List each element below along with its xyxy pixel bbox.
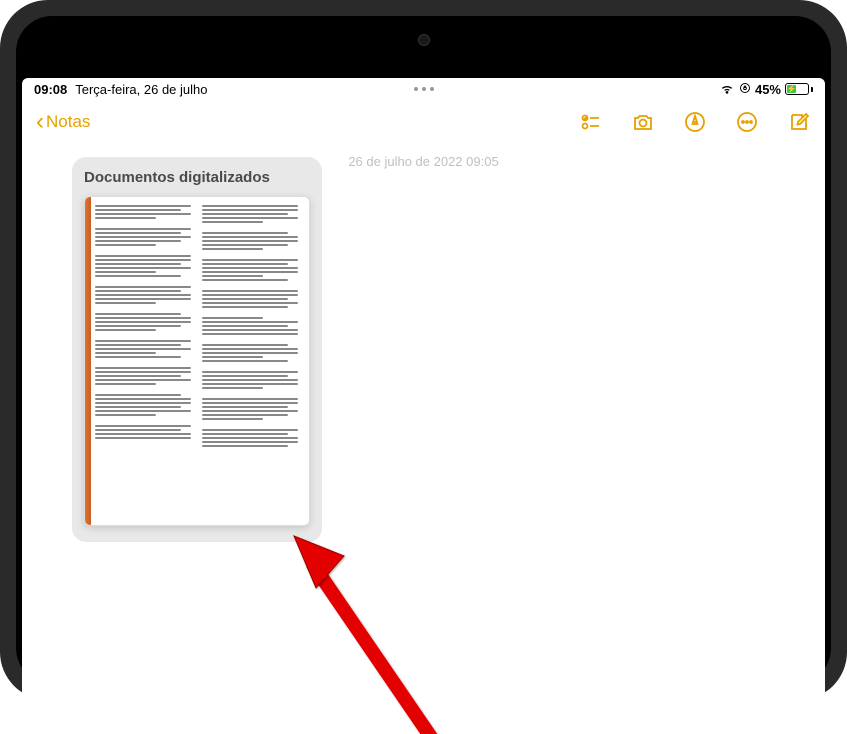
wifi-icon (719, 80, 735, 99)
status-date: Terça-feira, 26 de julho (75, 82, 207, 97)
checklist-icon[interactable] (579, 110, 603, 134)
back-label: Notas (46, 112, 90, 132)
back-button[interactable]: ‹ Notas (36, 108, 90, 136)
battery-percent: 45% (755, 82, 781, 97)
page-spine (85, 197, 91, 525)
ipad-frame: 09:08 Terça-feira, 26 de julho 45% (0, 0, 847, 700)
battery-icon: ⚡ (785, 83, 813, 95)
status-right: 45% ⚡ (719, 80, 813, 99)
inner-bezel: 09:08 Terça-feira, 26 de julho 45% (16, 16, 831, 684)
markup-icon[interactable] (683, 110, 707, 134)
page-text-preview (95, 205, 303, 517)
more-icon[interactable] (735, 110, 759, 134)
document-thumbnail[interactable] (84, 196, 310, 526)
status-bar: 09:08 Terça-feira, 26 de julho 45% (22, 78, 825, 100)
status-time: 09:08 (34, 82, 67, 97)
toolbar-actions (579, 110, 811, 134)
camera-dot (418, 34, 430, 46)
status-left: 09:08 Terça-feira, 26 de julho (34, 82, 208, 97)
scanned-document-attachment[interactable]: Documentos digitalizados (72, 157, 322, 542)
attachment-title: Documentos digitalizados (84, 169, 310, 186)
rotation-lock-icon (739, 82, 751, 97)
chevron-left-icon: ‹ (36, 108, 44, 136)
navigation-bar: ‹ Notas (22, 100, 825, 144)
note-content[interactable]: 26 de julho de 2022 09:05 Documentos dig… (22, 144, 825, 552)
compose-icon[interactable] (787, 110, 811, 134)
screen: 09:08 Terça-feira, 26 de julho 45% (22, 78, 825, 734)
camera-icon[interactable] (631, 110, 655, 134)
multitask-dots[interactable] (414, 87, 434, 91)
charging-bolt-icon: ⚡ (787, 85, 797, 94)
